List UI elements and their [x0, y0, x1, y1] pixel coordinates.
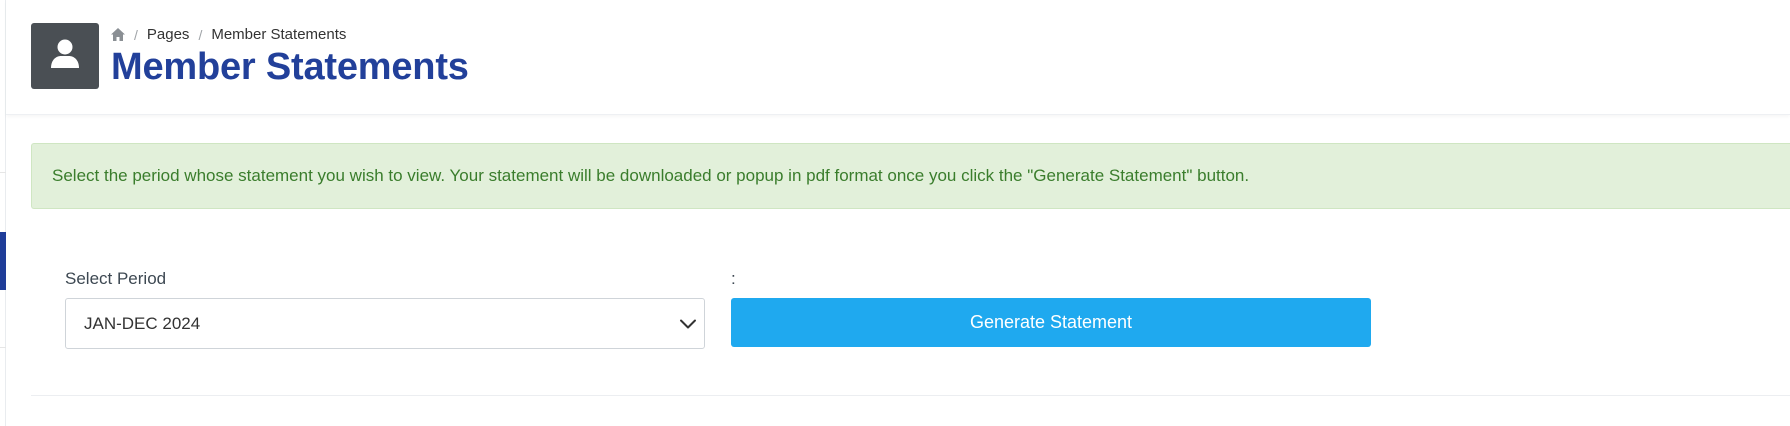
button-column-label: : — [731, 269, 736, 288]
alert-text: Select the period whose statement you wi… — [52, 166, 1250, 185]
section-divider — [31, 395, 1790, 396]
breadcrumb-separator: / — [134, 26, 138, 43]
page-header: / Pages / Member Statements Member State… — [6, 0, 1790, 115]
sidebar-active-item[interactable] — [0, 232, 6, 290]
user-icon — [50, 38, 80, 75]
breadcrumb-item-pages[interactable]: Pages — [147, 26, 190, 43]
period-label: Select Period — [65, 269, 167, 288]
chevron-down-icon — [678, 314, 698, 334]
breadcrumb-item-current: Member Statements — [211, 26, 347, 43]
period-select-value: JAN-DEC 2024 — [84, 313, 201, 333]
home-icon[interactable] — [111, 28, 125, 41]
app-window: / Pages / Member Statements Member State… — [0, 0, 1790, 426]
page-title: Member Statements — [111, 46, 469, 88]
info-alert: Select the period whose statement you wi… — [31, 143, 1790, 209]
breadcrumb: / Pages / Member Statements — [111, 26, 346, 43]
sidebar-divider — [0, 347, 6, 348]
generate-statement-button[interactable]: Generate Statement — [731, 298, 1371, 347]
sidebar-divider — [0, 172, 6, 173]
avatar — [31, 23, 99, 89]
period-select[interactable]: JAN-DEC 2024 — [65, 298, 705, 349]
breadcrumb-separator: / — [198, 26, 203, 43]
